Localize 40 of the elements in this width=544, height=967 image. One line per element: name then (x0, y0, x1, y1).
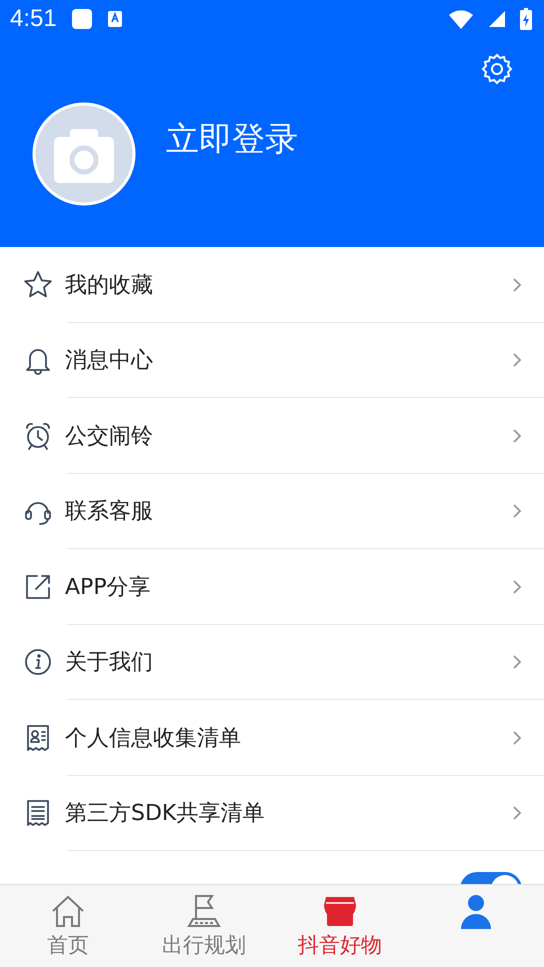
battery-icon (520, 8, 532, 30)
settings-icon[interactable] (480, 52, 514, 86)
menu-item[interactable]: 消息中心 (0, 322, 544, 398)
info-icon (23, 647, 53, 678)
alarm-clock-icon (23, 420, 53, 451)
menu-item[interactable]: 关于我们 (0, 624, 544, 700)
notification-icon (70, 8, 93, 30)
menu-label: 第三方SDK共享清单 (65, 800, 266, 828)
nav-tab[interactable]: 抖音好物 (272, 885, 408, 967)
menu-label: 我的收藏 (65, 272, 154, 300)
chevron-right-icon (512, 730, 522, 746)
keyboard-icon (106, 10, 123, 28)
flag-icon (185, 893, 223, 929)
chevron-right-icon (512, 352, 522, 368)
menu-item[interactable]: 我的收藏 (0, 247, 544, 322)
menu-item[interactable]: APP分享 (0, 549, 544, 624)
menu-label: 联系客服 (65, 498, 154, 526)
chevron-right-icon (512, 503, 522, 520)
chevron-right-icon (512, 578, 522, 595)
login-link[interactable]: 立即登录 (166, 116, 298, 162)
status-time: 4:51 (10, 5, 57, 33)
chevron-right-icon (512, 276, 522, 293)
menu-label: 消息中心 (65, 347, 154, 376)
menu-item[interactable]: 个人信息收集清单 (0, 700, 544, 776)
signal-icon (488, 10, 506, 28)
menu-label: 关于我们 (65, 649, 154, 678)
menu-item[interactable]: 第三方SDK共享清单 (0, 776, 544, 851)
menu-label: 个人信息收集清单 (65, 724, 242, 753)
chevron-right-icon (512, 428, 522, 444)
menu-label: APP分享 (65, 574, 152, 602)
wifi-icon (448, 9, 474, 29)
nav-tab[interactable]: 出行规划 (136, 885, 272, 967)
chevron-right-icon (512, 654, 522, 670)
nav-tab[interactable]: 首页 (0, 885, 136, 967)
menu-item[interactable]: 公交闹铃 (0, 398, 544, 474)
star-icon (23, 270, 53, 300)
chevron-right-icon (512, 805, 522, 822)
avatar-camera-icon[interactable] (32, 102, 136, 206)
menu-item[interactable]: 联系客服 (0, 474, 544, 549)
menu-label: 公交闹铃 (65, 422, 154, 451)
